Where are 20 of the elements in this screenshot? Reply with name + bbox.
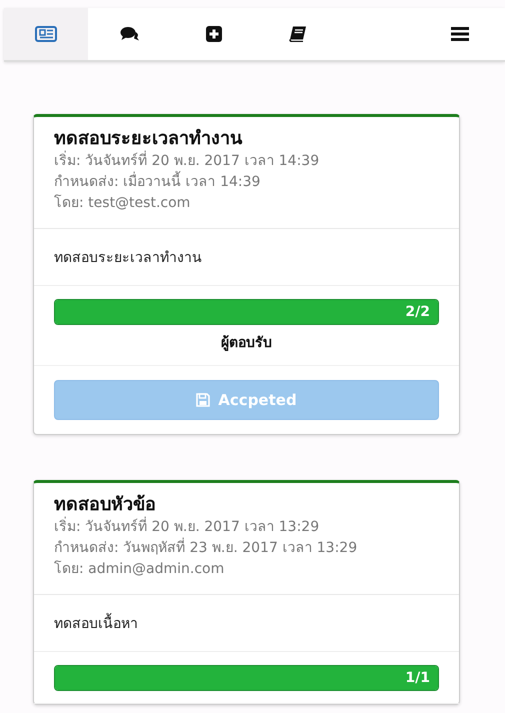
- newspaper-icon: [35, 26, 57, 42]
- menu-icon: [450, 26, 470, 42]
- due-date: กำหนดส่ง: วันพฤหัสที่ 23 พ.ย. 2017 เวลา 13:29: [54, 538, 439, 559]
- speech-bubbles-icon: [120, 26, 140, 42]
- responders-label: ผู้ตอบรับ: [220, 334, 273, 353]
- save-icon: [196, 393, 210, 407]
- due-date: กำหนดส่ง: เมื่อวานนี้ เวลา 14:39: [54, 172, 439, 193]
- book-icon: [289, 26, 307, 42]
- author-email: โดย: admin@admin.com: [54, 560, 226, 579]
- start-date: เริ่ม: วันจันทร์ที่ 20 พ.ย. 2017 เวลา 14:39: [54, 151, 439, 172]
- task-description: ทดสอบระยะเวลาทำงาน: [54, 250, 202, 266]
- start-date: เริ่ม: วันจันทร์ที่ 20 พ.ย. 2017 เวลา 13:29: [54, 517, 439, 538]
- progress-count: 1/1: [405, 670, 431, 686]
- task-title: ทดสอบหัวข้อ: [54, 493, 157, 516]
- menu-button[interactable]: [415, 8, 505, 60]
- task-title: ทดสอบระยะเวลาทำงาน: [54, 127, 244, 150]
- progress-count: 2/2: [405, 304, 431, 320]
- author-email: โดย: test@test.com: [54, 194, 192, 213]
- nav-tab[interactable]: [88, 8, 172, 60]
- plus-square-icon: [206, 26, 222, 42]
